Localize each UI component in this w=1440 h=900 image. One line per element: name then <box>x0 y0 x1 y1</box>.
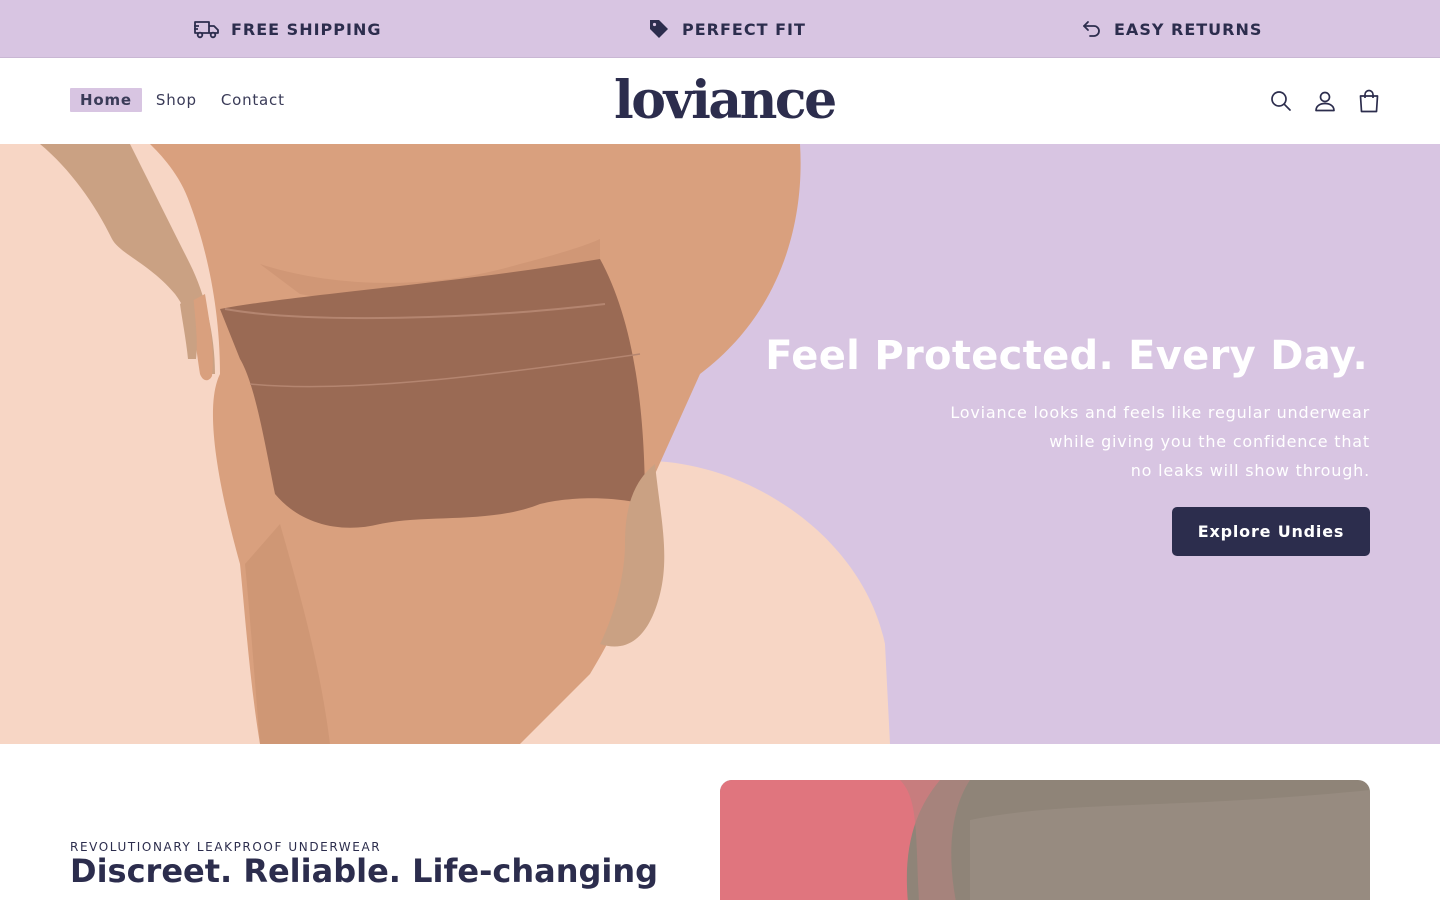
header-icons <box>1270 87 1380 115</box>
search-icon[interactable] <box>1270 87 1292 115</box>
account-icon[interactable] <box>1314 87 1336 115</box>
hero-subtitle-line: no leaks will show through. <box>1130 461 1370 480</box>
hero-title: Feel Protected. Every Day. <box>765 333 1368 379</box>
announcement-easy-returns: EASY RETURNS <box>1082 0 1262 58</box>
hero-subtitle-line: while giving you the confidence that <box>1049 432 1370 451</box>
hero-subtitle: Loviance looks and feels like regular un… <box>890 398 1370 485</box>
announcement-perfect-fit: PERFECT FIT <box>648 0 806 58</box>
truck-icon <box>194 19 219 39</box>
main-nav: Home Shop Contact <box>70 88 299 112</box>
announcement-label: EASY RETURNS <box>1114 19 1263 39</box>
feature-video-frame <box>720 780 1370 900</box>
hero-image <box>0 144 890 744</box>
nav-link-home[interactable]: Home <box>70 88 142 112</box>
nav-link-contact[interactable]: Contact <box>211 88 295 112</box>
announcement-label: PERFECT FIT <box>682 19 806 39</box>
site-logo[interactable]: loviance <box>614 71 837 131</box>
hero-subtitle-line: Loviance looks and feels like regular un… <box>950 403 1370 422</box>
announcement-label: FREE SHIPPING <box>231 19 382 39</box>
tag-icon <box>648 18 670 40</box>
feature-title: Discreet. Reliable. Life-changing <box>70 852 659 890</box>
return-arrow-icon <box>1082 20 1102 38</box>
explore-undies-button[interactable]: Explore Undies <box>1172 507 1370 556</box>
hero-banner: Feel Protected. Every Day. Loviance look… <box>0 144 1440 744</box>
site-header: Home Shop Contact loviance <box>0 59 1440 144</box>
feature-video[interactable] <box>720 780 1370 900</box>
announcement-bar: FREE SHIPPING PERFECT FIT EASY RETURNS <box>0 0 1440 58</box>
announcement-free-shipping: FREE SHIPPING <box>194 0 381 58</box>
cart-icon[interactable] <box>1358 87 1380 115</box>
nav-link-shop[interactable]: Shop <box>146 88 207 112</box>
